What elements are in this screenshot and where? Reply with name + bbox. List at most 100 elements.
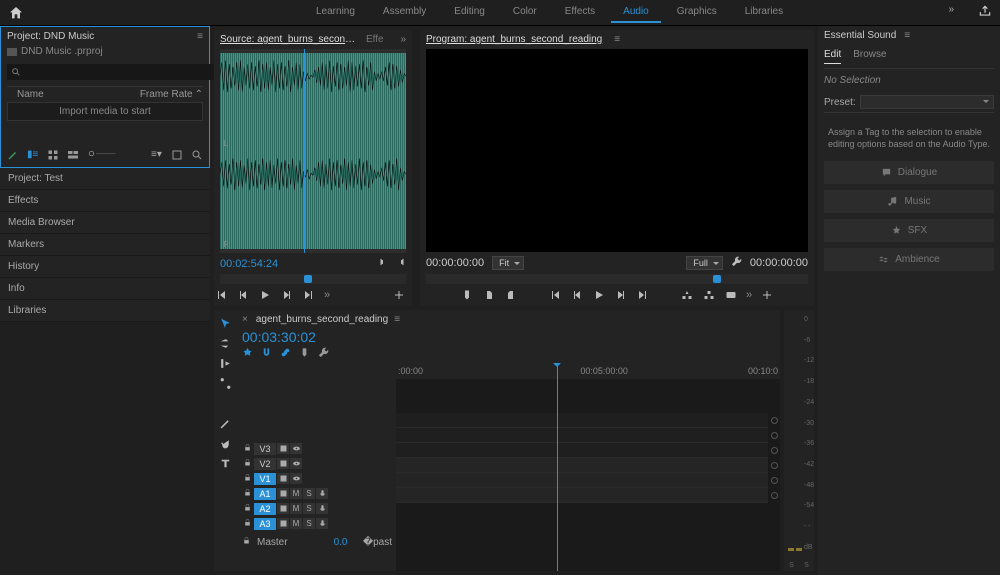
eye-icon[interactable] bbox=[290, 473, 302, 484]
button-editor-icon[interactable] bbox=[760, 288, 774, 302]
dialogue-button[interactable]: Dialogue bbox=[824, 161, 994, 184]
program-timecode-left[interactable]: 00:00:00:00 bbox=[426, 257, 484, 269]
source-tab[interactable]: Source: agent_burns_second_reading.wav bbox=[220, 34, 360, 45]
program-tab[interactable]: Program: agent_burns_second_reading bbox=[426, 34, 602, 45]
voiceover-icon[interactable] bbox=[316, 488, 328, 499]
lock-icon[interactable] bbox=[242, 473, 253, 485]
track-a1[interactable]: A1MS bbox=[236, 486, 396, 501]
extract-icon[interactable] bbox=[702, 288, 716, 302]
expand-icon[interactable]: �past bbox=[363, 537, 392, 548]
solo-toggle[interactable]: S bbox=[303, 488, 315, 499]
sort-icon[interactable]: ≡▾ bbox=[151, 149, 163, 161]
marker-icon[interactable] bbox=[460, 288, 474, 302]
sync-lock-icon[interactable] bbox=[277, 518, 289, 529]
slip-tool-icon[interactable] bbox=[218, 396, 232, 410]
razor-tool-icon[interactable] bbox=[218, 376, 232, 390]
tab-browse[interactable]: Browse bbox=[853, 49, 886, 64]
goto-in-icon[interactable] bbox=[548, 288, 562, 302]
overflow-icon[interactable]: » bbox=[746, 289, 752, 301]
sync-lock-icon[interactable] bbox=[277, 473, 289, 484]
mark-in-icon[interactable] bbox=[378, 257, 388, 270]
lock-icon[interactable] bbox=[242, 458, 253, 470]
source-playhead[interactable] bbox=[304, 49, 305, 253]
timeline-canvas[interactable]: :00:00 00:05:00:00 00:10:0 bbox=[396, 363, 780, 571]
selection-tool-icon[interactable] bbox=[218, 316, 232, 330]
search-input[interactable] bbox=[7, 64, 214, 80]
close-seq-icon[interactable]: × bbox=[242, 314, 248, 325]
row-v1[interactable] bbox=[396, 443, 768, 458]
wrench-icon[interactable] bbox=[731, 256, 742, 270]
fit-select[interactable]: Fit bbox=[492, 256, 524, 270]
sfx-button[interactable]: SFX bbox=[824, 219, 994, 242]
sync-lock-icon[interactable] bbox=[277, 443, 289, 454]
lock-icon[interactable] bbox=[242, 536, 251, 548]
step-fwd-icon[interactable] bbox=[280, 288, 294, 302]
voiceover-icon[interactable] bbox=[316, 503, 328, 514]
play-icon[interactable] bbox=[592, 288, 606, 302]
marker-opt-icon[interactable] bbox=[299, 347, 310, 361]
track-a3[interactable]: A3MS bbox=[236, 516, 396, 531]
panel-project-test[interactable]: Project: Test bbox=[0, 168, 210, 190]
mute-toggle[interactable]: M bbox=[290, 488, 302, 499]
effect-controls-tab[interactable]: Effe bbox=[366, 34, 384, 45]
eye-icon[interactable] bbox=[290, 458, 302, 469]
panel-menu-icon[interactable]: ≡ bbox=[904, 30, 910, 41]
overflow-icon[interactable]: » bbox=[400, 34, 406, 45]
step-back-icon[interactable] bbox=[236, 288, 250, 302]
panel-info[interactable]: Info bbox=[0, 278, 210, 300]
home-icon[interactable] bbox=[8, 5, 24, 21]
snap-icon[interactable] bbox=[242, 347, 253, 361]
link-icon[interactable] bbox=[280, 347, 291, 361]
timeline-ruler[interactable]: :00:00 00:05:00:00 00:10:0 bbox=[396, 363, 780, 379]
panel-menu-icon[interactable]: ≡ bbox=[197, 31, 203, 42]
button-editor-icon[interactable] bbox=[392, 288, 406, 302]
col-framerate[interactable]: Frame Rate ⌃ bbox=[140, 89, 203, 100]
ws-graphics[interactable]: Graphics bbox=[665, 2, 729, 23]
ws-audio[interactable]: Audio bbox=[611, 2, 661, 23]
share-icon[interactable] bbox=[978, 4, 992, 21]
source-scrubber[interactable] bbox=[220, 274, 406, 284]
icon-view-icon[interactable] bbox=[47, 149, 59, 161]
hand-tool-icon[interactable] bbox=[218, 436, 232, 450]
auto-icon[interactable] bbox=[171, 149, 183, 161]
out-icon[interactable] bbox=[504, 288, 518, 302]
settings-icon[interactable] bbox=[318, 347, 329, 361]
row-v3[interactable] bbox=[396, 413, 768, 428]
lock-icon[interactable] bbox=[242, 488, 253, 500]
lift-icon[interactable] bbox=[680, 288, 694, 302]
row-a1[interactable] bbox=[396, 458, 768, 473]
solo-toggle[interactable]: S bbox=[303, 518, 315, 529]
track-v3[interactable]: V3 bbox=[236, 441, 396, 456]
pen-tool-icon[interactable] bbox=[218, 416, 232, 430]
ws-libraries[interactable]: Libraries bbox=[733, 2, 795, 23]
program-timecode-right[interactable]: 00:00:00:00 bbox=[750, 257, 808, 269]
timeline-timecode[interactable]: 00:03:30:02 bbox=[236, 329, 780, 345]
overflow-icon[interactable]: » bbox=[324, 289, 330, 301]
solo-r[interactable]: S bbox=[804, 562, 809, 569]
track-select-tool-icon[interactable] bbox=[218, 336, 232, 350]
master-value[interactable]: 0.0 bbox=[334, 537, 348, 548]
play-icon[interactable] bbox=[258, 288, 272, 302]
source-waveform[interactable]: L R bbox=[220, 49, 406, 253]
freeform-icon[interactable] bbox=[67, 149, 79, 161]
tab-edit[interactable]: Edit bbox=[824, 49, 841, 64]
mark-out-icon[interactable] bbox=[396, 257, 406, 270]
import-hint[interactable]: Import media to start bbox=[7, 102, 203, 121]
panel-media-browser[interactable]: Media Browser bbox=[0, 212, 210, 234]
solo-l[interactable]: S bbox=[789, 562, 794, 569]
row-a3[interactable] bbox=[396, 488, 768, 503]
preset-select[interactable] bbox=[860, 95, 994, 109]
col-name[interactable]: Name bbox=[7, 89, 140, 100]
row-a2[interactable] bbox=[396, 473, 768, 488]
ws-editing[interactable]: Editing bbox=[442, 2, 497, 23]
lock-icon[interactable] bbox=[242, 443, 253, 455]
list-view-icon[interactable]: ▮≡ bbox=[27, 149, 39, 161]
program-view[interactable] bbox=[426, 49, 808, 252]
timeline-playhead[interactable] bbox=[557, 363, 558, 571]
track-master[interactable]: Master0.0�past bbox=[236, 533, 396, 551]
ripple-tool-icon[interactable] bbox=[218, 356, 232, 370]
goto-in-icon[interactable] bbox=[214, 288, 228, 302]
sync-lock-icon[interactable] bbox=[277, 488, 289, 499]
export-frame-icon[interactable] bbox=[724, 288, 738, 302]
sync-lock-icon[interactable] bbox=[277, 503, 289, 514]
